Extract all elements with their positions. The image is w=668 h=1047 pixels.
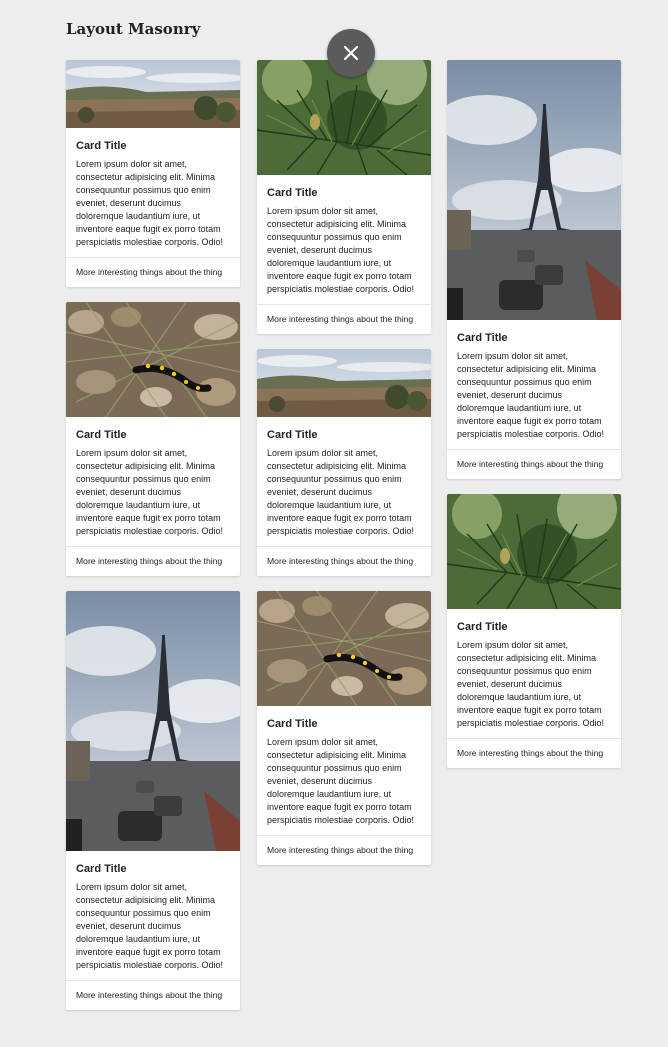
card-title: Card Title bbox=[267, 429, 318, 441]
pine-branch-image bbox=[257, 60, 431, 175]
card-text: Lorem ipsum dolor sit amet, consectetur … bbox=[457, 640, 605, 728]
card-text: Lorem ipsum dolor sit amet, consectetur … bbox=[457, 351, 605, 439]
card-text: Lorem ipsum dolor sit amet, consectetur … bbox=[267, 448, 415, 536]
card-title: Card Title bbox=[457, 332, 508, 344]
card-footer-link[interactable]: More interesting things about the thing bbox=[66, 980, 240, 1010]
card-title: Card Title bbox=[76, 429, 127, 441]
card: Card Title Lorem ipsum dolor sit amet, c… bbox=[66, 302, 240, 576]
close-button[interactable] bbox=[327, 29, 375, 77]
salamander-image bbox=[257, 591, 431, 706]
card-text: Lorem ipsum dolor sit amet, consectetur … bbox=[267, 206, 415, 294]
salamander-image bbox=[66, 302, 240, 417]
card: Card Title Lorem ipsum dolor sit amet, c… bbox=[257, 349, 431, 576]
masonry-column-1: Card Title Lorem ipsum dolor sit amet, c… bbox=[66, 60, 240, 1025]
card-title: Card Title bbox=[76, 863, 127, 875]
eiffel-tower-image bbox=[447, 60, 621, 320]
masonry-column-3: Card Title Lorem ipsum dolor sit amet, c… bbox=[447, 60, 621, 783]
card-text: Lorem ipsum dolor sit amet, consectetur … bbox=[267, 737, 415, 825]
masonry-column-2: Card Title Lorem ipsum dolor sit amet, c… bbox=[257, 60, 431, 880]
card: Card Title Lorem ipsum dolor sit amet, c… bbox=[257, 591, 431, 865]
card-title: Card Title bbox=[457, 621, 508, 633]
card-title: Card Title bbox=[76, 140, 127, 152]
card-text: Lorem ipsum dolor sit amet, consectetur … bbox=[76, 159, 224, 247]
card-footer-link[interactable]: More interesting things about the thing bbox=[66, 546, 240, 576]
card-footer-link[interactable]: More interesting things about the thing bbox=[257, 304, 431, 334]
card-title: Card Title bbox=[267, 718, 318, 730]
card-title: Card Title bbox=[267, 187, 318, 199]
card: Card Title Lorem ipsum dolor sit amet, c… bbox=[66, 60, 240, 287]
eiffel-tower-image bbox=[66, 591, 240, 851]
pine-branch-image bbox=[447, 494, 621, 609]
card-text: Lorem ipsum dolor sit amet, consectetur … bbox=[76, 448, 224, 536]
card: Card Title Lorem ipsum dolor sit amet, c… bbox=[447, 494, 621, 768]
page-title: Layout Masonry bbox=[66, 20, 201, 38]
card-footer-link[interactable]: More interesting things about the thing bbox=[257, 546, 431, 576]
card-footer-link[interactable]: More interesting things about the thing bbox=[257, 835, 431, 865]
card: Card Title Lorem ipsum dolor sit amet, c… bbox=[257, 60, 431, 334]
card: Card Title Lorem ipsum dolor sit amet, c… bbox=[66, 591, 240, 1010]
landscape-image bbox=[66, 60, 240, 128]
landscape-image bbox=[257, 349, 431, 417]
close-icon bbox=[343, 45, 359, 61]
card-footer-link[interactable]: More interesting things about the thing bbox=[66, 257, 240, 287]
card-footer-link[interactable]: More interesting things about the thing bbox=[447, 449, 621, 479]
card: Card Title Lorem ipsum dolor sit amet, c… bbox=[447, 60, 621, 479]
card-text: Lorem ipsum dolor sit amet, consectetur … bbox=[76, 882, 224, 970]
card-footer-link[interactable]: More interesting things about the thing bbox=[447, 738, 621, 768]
